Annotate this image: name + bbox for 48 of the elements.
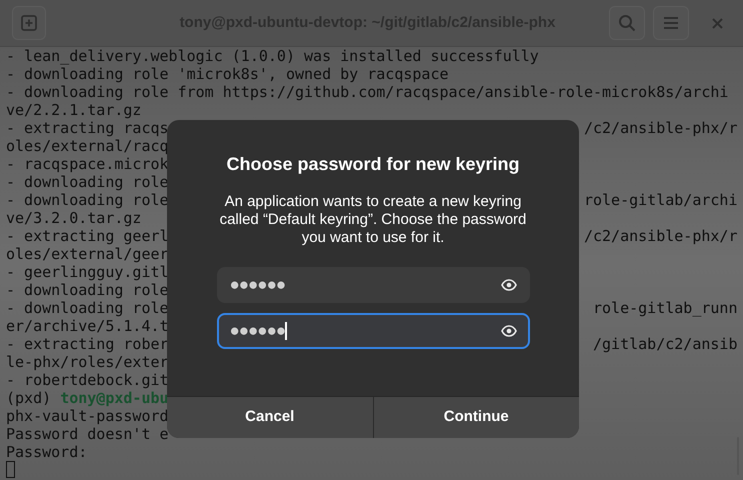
terminal-line: le-phx/roles/exter <box>6 353 169 371</box>
terminal-line: - geerlingguy.gitl <box>6 263 169 281</box>
terminal-line: - downloading role <box>6 281 169 299</box>
close-icon <box>712 18 722 28</box>
terminal-line: - lean_delivery.weblogic (1.0.0) was installed successfully <box>6 47 539 65</box>
terminal-line: - downloading role <box>6 173 169 191</box>
terminal-line: Password: <box>6 443 88 461</box>
terminal-line: er/archive/5.1.4.t <box>6 317 169 335</box>
terminal-line: /c2/ansible-phx/r <box>584 119 738 137</box>
add-tab-icon <box>21 15 37 31</box>
search-button[interactable] <box>609 6 645 40</box>
terminal-line: oles/external/geer <box>6 245 169 263</box>
text-cursor <box>6 461 15 478</box>
terminal-line: - downloading role <box>6 191 169 209</box>
prompt-env: (pxd) <box>6 389 52 407</box>
search-icon <box>618 14 636 32</box>
password-value: ●●●●●● <box>230 320 286 342</box>
terminal-line: ve/3.2.0.tar.gz <box>6 209 142 227</box>
password-value: ●●●●●● <box>230 274 286 296</box>
terminal-line: oles/external/racq <box>6 137 169 155</box>
terminal-line: - downloading role <box>6 299 169 317</box>
eye-icon[interactable] <box>500 279 516 291</box>
terminal-line: - extracting geerl <box>6 227 169 245</box>
terminal-line: /c2/ansible-phx/r <box>584 227 738 245</box>
password-field[interactable]: ●●●●●● <box>216 267 530 303</box>
new-tab-button[interactable] <box>12 6 46 40</box>
cancel-button[interactable]: Cancel <box>167 397 374 438</box>
dialog-message: An application wants to create a new keyring called “Default keyring”. Choose the password you want to use for it. <box>218 193 528 247</box>
terminal-line: /gitlab/c2/ansib <box>592 335 738 353</box>
terminal-line: role-gitlab_runn <box>592 299 738 317</box>
menu-icon <box>663 16 679 30</box>
terminal-line: - extracting rober <box>6 335 169 353</box>
terminal-line: phx-vault-password <box>6 407 169 425</box>
eye-icon[interactable] <box>500 325 516 337</box>
continue-button[interactable]: Continue <box>374 397 579 438</box>
terminal-line: role-gitlab/archi <box>584 191 738 209</box>
prompt-user: tony@pxd-ubu <box>60 389 169 407</box>
terminal-line: Password doesn't e <box>6 425 169 443</box>
terminal-line: - racqspace.microk <box>6 155 169 173</box>
terminal-line: - robertdebock.git <box>6 371 169 389</box>
text-caret <box>285 322 288 340</box>
terminal-line: ve/2.2.1.tar.gz <box>6 101 142 119</box>
dialog-title: Choose password for new keyring <box>226 153 520 176</box>
terminal-line: - extracting racqs <box>6 119 169 137</box>
terminal-line: - downloading role 'microk8s', owned by racqspace <box>6 65 449 83</box>
password-field[interactable]: ●●●●●● <box>216 313 530 349</box>
menu-button[interactable] <box>653 6 689 40</box>
terminal-line: - downloading role from https://github.com/racqspace/ansible-role-microk8s/archi <box>6 83 728 101</box>
